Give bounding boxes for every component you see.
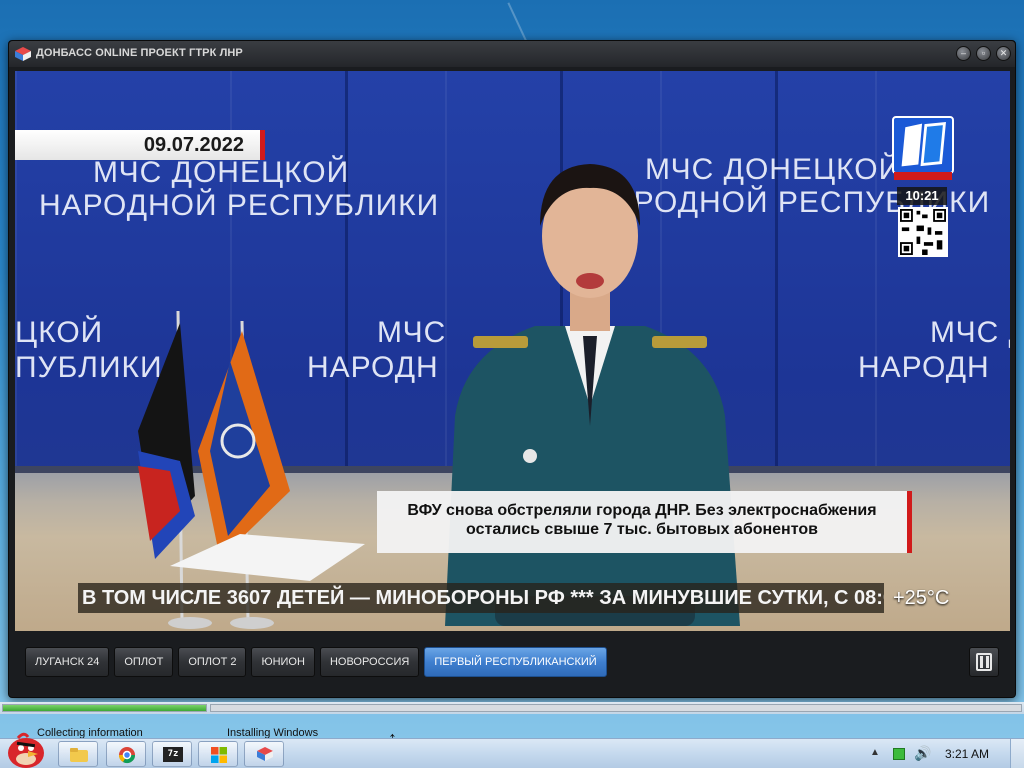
backdrop-text: МЧС Д xyxy=(930,316,1010,349)
channel-button-oplot[interactable]: ОПЛОТ xyxy=(114,647,174,677)
setup-progress-strip xyxy=(0,702,1024,714)
windows-logo-icon xyxy=(211,747,227,763)
news-headline-line2: остались свыше 7 тыс. бытовых абонентов xyxy=(466,521,818,538)
taskbar-explorer-button[interactable] xyxy=(58,741,98,767)
papers xyxy=(170,534,365,581)
backdrop-text: НАРОДНОЙ РЕСПУБЛИКИ xyxy=(39,189,440,222)
title-bar[interactable]: ДОНБАСС ONLINE ПРОЕКТ ГТРК ЛНР – ▫ ✕ xyxy=(9,41,1015,67)
installing-progress-bar xyxy=(210,704,1022,712)
pause-icon-bar xyxy=(986,656,989,668)
backdrop-text: НАРОДН xyxy=(858,351,990,384)
news-headline-line1: ВФУ снова обстреляли города ДНР. Без эле… xyxy=(407,502,877,519)
tray-network-icon[interactable] xyxy=(893,748,905,760)
channel-logo-icon xyxy=(892,116,954,174)
pause-icon xyxy=(976,653,992,671)
pause-icon-bar xyxy=(980,656,983,668)
7zip-icon: 7z xyxy=(163,747,183,762)
logo-subline xyxy=(894,172,952,180)
channel-button-oplot-2[interactable]: ОПЛОТ 2 xyxy=(178,647,247,677)
channel-button-union[interactable]: ЮНИОН xyxy=(251,647,315,677)
collecting-progress-bar xyxy=(2,704,207,712)
on-screen-clock: 10:21 xyxy=(897,187,947,205)
tray-volume-icon[interactable]: 🔊 xyxy=(914,745,931,762)
player-window: ДОНБАСС ONLINE ПРОЕКТ ГТРК ЛНР – ▫ ✕ МЧС… xyxy=(8,40,1016,698)
video-frame[interactable]: МЧС ДОНЕЦКОЙ НАРОДНОЙ РЕСПУБЛИКИ МЧС ДОН… xyxy=(15,71,1010,631)
close-button[interactable]: ✕ xyxy=(996,46,1011,61)
date-plate: 09.07.2022 xyxy=(15,130,265,160)
pause-button[interactable] xyxy=(969,647,999,677)
angry-bird-icon[interactable] xyxy=(4,731,48,768)
window-title: ДОНБАСС ONLINE ПРОЕКТ ГТРК ЛНР xyxy=(36,47,243,59)
maximize-button[interactable]: ▫ xyxy=(976,46,991,61)
taskbar-chrome-button[interactable] xyxy=(106,741,146,767)
collecting-progress-fill xyxy=(3,705,206,711)
channel-bar: ЛУГАНСК 24 ОПЛОТ ОПЛОТ 2 ЮНИОН НОВОРОССИ… xyxy=(25,647,607,677)
panel-seam xyxy=(775,71,778,471)
backdrop-text: МЧС ДОНЕЦКОЙ xyxy=(93,156,350,189)
news-ticker: В ТОМ ЧИСЛЕ 3607 ДЕТЕЙ — МИНОБОРОНЫ РФ *… xyxy=(78,583,884,613)
channel-button-pervyi-respublikanskiy[interactable]: ПЕРВЫЙ РЕСПУБЛИКАНСКИЙ xyxy=(424,647,607,677)
panel-seam xyxy=(345,71,348,471)
app-cube-icon xyxy=(257,747,273,761)
tray-expand-icon[interactable]: ▲ xyxy=(870,747,880,758)
channel-button-lugansk-24[interactable]: ЛУГАНСК 24 xyxy=(25,647,110,677)
news-headline-plate: ВФУ снова обстреляли города ДНР. Без эле… xyxy=(377,491,912,553)
taskbar-player-button[interactable] xyxy=(244,741,284,767)
taskbar-windows-button[interactable] xyxy=(198,741,238,767)
backdrop-text: НАРОДН xyxy=(307,351,439,384)
backdrop-text: ЦКОЙ xyxy=(15,316,104,349)
qr-code-icon xyxy=(898,207,948,257)
temperature: +25°C xyxy=(893,587,950,609)
folder-icon xyxy=(70,748,88,762)
taskbar-7zip-button[interactable]: 7z xyxy=(152,741,192,767)
tray-clock[interactable]: 3:21 AM xyxy=(945,747,989,761)
taskbar: 7z ▲ 🔊 3:21 AM xyxy=(0,732,1024,768)
show-desktop-button[interactable] xyxy=(1010,739,1024,768)
channel-button-novorossiya[interactable]: НОВОРОССИЯ xyxy=(319,647,420,677)
app-cube-icon xyxy=(15,47,31,61)
chrome-icon xyxy=(118,747,136,764)
minimize-button[interactable]: – xyxy=(956,46,971,61)
